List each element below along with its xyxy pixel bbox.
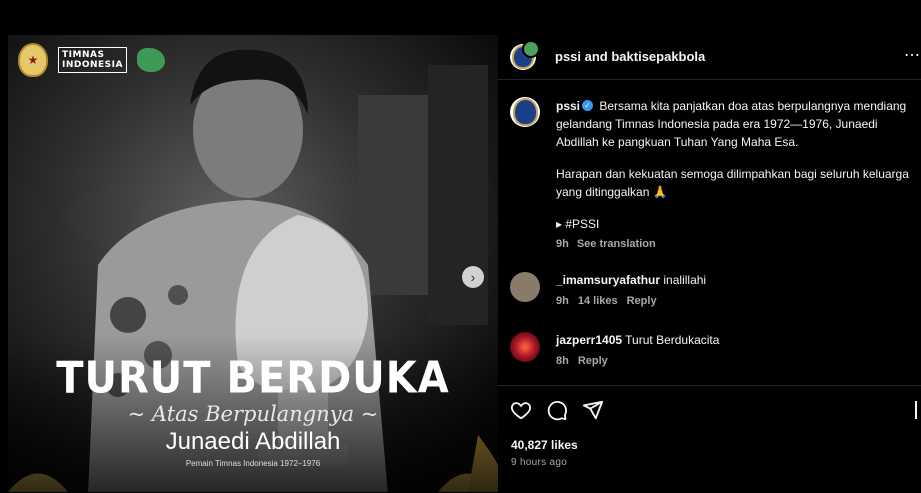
verified-badge-icon: ✓ bbox=[582, 100, 594, 112]
likes-count[interactable]: 40,827 likes bbox=[511, 438, 578, 452]
caption-text: pssi ✓ Bersama kita panjatkan doa atas be… bbox=[556, 97, 911, 253]
post-accounts[interactable]: pssi and baktisepakbola bbox=[555, 49, 705, 64]
reply-button[interactable]: Reply bbox=[578, 355, 608, 367]
deceased-name: Junaedi Abdillah bbox=[165, 428, 341, 455]
more-options-icon[interactable]: ⋯ bbox=[904, 45, 921, 65]
heart-icon[interactable] bbox=[510, 399, 532, 421]
comment-icon[interactable] bbox=[546, 399, 568, 421]
timnas-logo-line2: INDONESIA bbox=[62, 60, 123, 70]
post-timestamp: 9 hours ago bbox=[511, 457, 568, 468]
see-translation-link[interactable]: See translation bbox=[577, 238, 656, 250]
timnas-logo-line1: TIMNAS bbox=[62, 50, 105, 60]
caption-username[interactable]: pssi bbox=[556, 99, 580, 113]
post-header: pssi and baktisepakbola ⋯ bbox=[498, 35, 921, 80]
instagram-post: ★ TIMNAS INDONESIA TURUT BERDUKA ~ Atas … bbox=[0, 35, 921, 492]
baktisepakbola-avatar[interactable] bbox=[522, 40, 540, 58]
comment-content: inalillahi bbox=[663, 273, 707, 287]
post-image[interactable]: ★ TIMNAS INDONESIA TURUT BERDUKA ~ Atas … bbox=[8, 35, 498, 492]
comment-time: 8h bbox=[556, 355, 569, 367]
caption-hashtag[interactable]: ▸ #PSSI bbox=[556, 215, 911, 233]
comment-meta: 9h 14 likes Reply bbox=[556, 295, 666, 307]
caption-meta: 9h See translation bbox=[556, 235, 911, 253]
comment-text: _imamsuryafathur inalillahi bbox=[556, 273, 706, 287]
caption-time: 9h bbox=[556, 238, 569, 250]
reply-button[interactable]: Reply bbox=[627, 295, 657, 307]
comment-text: jazperr1405 Turut Berdukacita bbox=[556, 333, 719, 347]
comment-likes[interactable]: 14 likes bbox=[578, 295, 618, 307]
comment-username[interactable]: _imamsuryafathur bbox=[556, 273, 660, 287]
memorial-subtitle: ~ Atas Berpulangnya ~ bbox=[127, 402, 379, 426]
brand-logos: ★ TIMNAS INDONESIA bbox=[18, 43, 165, 77]
commenter-avatar[interactable] bbox=[510, 332, 540, 362]
deceased-description: Pemain Timnas Indonesia 1972–1976 bbox=[185, 459, 321, 468]
timnas-logo: TIMNAS INDONESIA bbox=[58, 47, 127, 73]
post-sidebar: pssi and baktisepakbola ⋯ pssi ✓ Bersama … bbox=[498, 35, 921, 492]
post-actions: 40,827 likes 9 hours ago bbox=[498, 385, 921, 493]
caption-paragraph-2: Harapan dan kekuatan semoga dilimpahkan … bbox=[556, 167, 909, 199]
next-image-button[interactable]: › bbox=[462, 266, 484, 288]
bakti-sepakbola-logo-icon bbox=[136, 48, 165, 72]
pssi-crest-icon: ★ bbox=[18, 43, 48, 77]
caption-paragraph-1: Bersama kita panjatkan doa atas berpulan… bbox=[556, 99, 907, 149]
share-icon[interactable] bbox=[582, 399, 604, 421]
memorial-title: TURUT BERDUKA bbox=[56, 352, 450, 404]
comment-meta: 8h Reply bbox=[556, 355, 617, 367]
comment-username[interactable]: jazperr1405 bbox=[556, 333, 622, 347]
action-icons bbox=[510, 399, 604, 421]
commenter-avatar[interactable] bbox=[510, 272, 540, 302]
caption-avatar[interactable] bbox=[510, 97, 540, 127]
comment-content: Turut Berdukacita bbox=[625, 333, 720, 347]
bookmark-icon[interactable] bbox=[915, 399, 921, 421]
comment-time: 9h bbox=[556, 295, 569, 307]
